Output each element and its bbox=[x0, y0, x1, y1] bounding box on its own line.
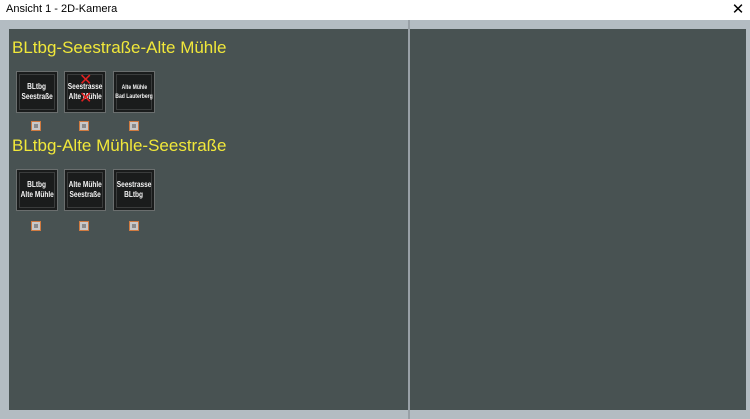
tile-line: Alte Mühle bbox=[20, 190, 54, 199]
signal-marker-icon[interactable] bbox=[31, 121, 41, 131]
signal-marker-icon[interactable] bbox=[79, 221, 89, 231]
route-tile[interactable]: BLtbg Seestraße bbox=[16, 71, 58, 113]
route-tile[interactable]: Alte Mühle Seestraße bbox=[64, 169, 106, 211]
tile-line: BLtbg bbox=[27, 82, 47, 91]
frame-left-strip bbox=[0, 20, 9, 419]
signal-marker-icon[interactable] bbox=[31, 221, 41, 231]
tile-line: Bad Lauterberg bbox=[115, 93, 153, 100]
tile-face: Alte Mühle Bad Lauterberg bbox=[115, 74, 153, 110]
tile-line: BLtbg bbox=[124, 190, 144, 199]
signal-marker-icon[interactable] bbox=[79, 121, 89, 131]
tile-line: Seestrasse bbox=[116, 180, 152, 189]
route-tile[interactable]: Seestrasse Alte Mühle ✕ ✕ bbox=[64, 71, 106, 113]
route-tile[interactable]: Seestrasse BLtbg bbox=[113, 169, 155, 211]
frame-bottom-strip bbox=[0, 410, 750, 419]
window-title: Ansicht 1 - 2D-Kamera bbox=[6, 3, 118, 15]
tile-line: Alte Mühle bbox=[121, 84, 147, 91]
tile-line: Alte Mühle bbox=[68, 180, 102, 189]
route-tile[interactable]: Alte Mühle Bad Lauterberg bbox=[113, 71, 155, 113]
tile-line: BLtbg bbox=[27, 180, 47, 189]
title-bar: Ansicht 1 - 2D-Kamera ✕ bbox=[0, 0, 750, 20]
tile-line: Seestraße bbox=[21, 92, 53, 101]
tile-face: Seestrasse BLtbg bbox=[116, 172, 152, 208]
red-cross-icon: ✕ bbox=[79, 70, 93, 89]
tile-face: BLtbg Alte Mühle bbox=[19, 172, 55, 208]
camera-view-right-pane[interactable] bbox=[410, 29, 746, 410]
frame-right-strip bbox=[746, 20, 750, 419]
tile-line: Seestraße bbox=[69, 190, 101, 199]
signal-marker-icon[interactable] bbox=[129, 121, 139, 131]
route-tile[interactable]: BLtbg Alte Mühle bbox=[16, 169, 58, 211]
red-cross-icon: ✕ bbox=[79, 88, 93, 107]
frame-top-strip bbox=[0, 20, 750, 29]
route-heading-1: BLtbg-Seestraße-Alte Mühle bbox=[12, 38, 227, 57]
close-icon[interactable]: ✕ bbox=[730, 1, 746, 17]
route-heading-2: BLtbg-Alte Mühle-Seestraße bbox=[12, 136, 227, 155]
signal-marker-icon[interactable] bbox=[129, 221, 139, 231]
tile-face: BLtbg Seestraße bbox=[19, 74, 55, 110]
tile-face: Alte Mühle Seestraße bbox=[67, 172, 103, 208]
